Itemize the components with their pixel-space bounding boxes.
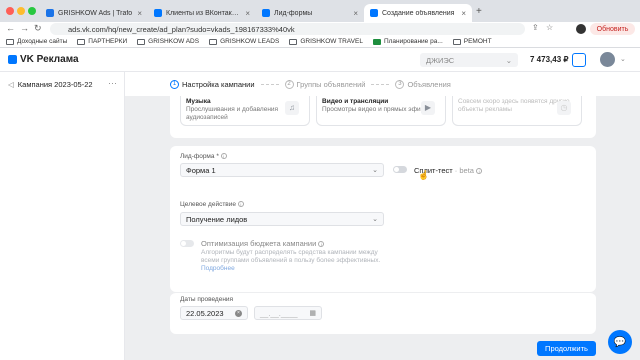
info-icon[interactable]: i — [237, 201, 244, 207]
folder-icon — [137, 38, 146, 45]
chevron-down-icon: ⌄ — [372, 167, 378, 174]
minimize-window-icon[interactable] — [17, 7, 25, 15]
more-options-icon[interactable]: ··· — [108, 78, 117, 88]
favicon-icon — [46, 9, 54, 17]
sidebar-item-campaign[interactable]: ◁ Кампания 2023-05-22 — [8, 80, 93, 89]
bookmark-item[interactable]: GRISHKOW LEADS — [209, 38, 279, 45]
url-text: ads.vk.com/hq/new_create/ad_plan?sudo=vk… — [68, 24, 295, 34]
back-icon[interactable]: ← — [6, 23, 15, 33]
reload-icon[interactable]: ↻ — [34, 23, 42, 34]
info-icon[interactable]: i — [318, 241, 325, 247]
sheet-icon — [372, 38, 381, 45]
maximize-window-icon[interactable] — [28, 7, 36, 15]
step-campaign-settings[interactable]: 1 Настройка кампании — [170, 79, 255, 89]
budget-optimization-description: Алгоритмы будут распределять средства ка… — [201, 249, 381, 272]
browser-tab-2[interactable]: Лид-формы × — [256, 4, 364, 22]
megaphone-icon: ◁ — [8, 80, 14, 89]
steps-bar: 1 Настройка кампании 2 Группы объявлений 3… — [125, 72, 640, 96]
browser-tab-1[interactable]: Клиенты из ВКонтакте | Иво... × — [148, 4, 256, 22]
start-date-input[interactable]: 22.05.2023 × — [180, 306, 248, 320]
vk-favicon-icon — [370, 9, 378, 17]
chevron-down-icon: ⌄ — [505, 55, 512, 65]
continue-button[interactable]: Продолжить — [537, 341, 596, 356]
address-bar[interactable]: ads.vk.com/hq/new_create/ad_plan?sudo=vk… — [50, 23, 525, 35]
step-divider — [371, 83, 390, 85]
info-icon[interactable]: i — [476, 168, 483, 174]
bookmark-item[interactable]: ПАРТНЕРКИ — [77, 38, 127, 45]
folder-icon — [209, 38, 218, 45]
budget-optimization-label: Оптимизация бюджета кампании i — [201, 239, 325, 248]
bookmark-item[interactable]: Доходные сайты — [6, 38, 67, 45]
folder-icon — [452, 38, 461, 45]
bookmark-item[interactable]: GRISHKOW TRAVEL — [289, 38, 363, 45]
info-icon[interactable]: i — [220, 153, 227, 159]
step-divider — [260, 83, 279, 85]
vk-logo-icon — [8, 55, 17, 64]
folder-icon — [77, 38, 86, 45]
budget-optimization-toggle[interactable] — [180, 240, 194, 247]
avatar[interactable] — [600, 52, 615, 67]
new-tab-icon[interactable]: + — [476, 6, 482, 17]
format-card-music[interactable]: Музыка Прослушивания и добавления аудиоз… — [180, 96, 310, 126]
close-tab-icon[interactable]: × — [461, 9, 466, 18]
calendar-icon[interactable]: ▦ — [309, 309, 316, 317]
bookmark-star-icon[interactable]: ☆ — [546, 23, 553, 32]
update-browser-button[interactable]: Обновить — [590, 23, 635, 35]
close-tab-icon[interactable]: × — [245, 9, 250, 18]
bookmark-item[interactable]: Планирование ра... — [372, 38, 443, 45]
folder-icon — [6, 38, 14, 45]
leadform-label: Лид-форма * i — [180, 153, 227, 160]
cursor-pointer-icon: ☝ — [418, 170, 430, 180]
bookmark-item[interactable]: РЕМОНТ — [452, 38, 492, 45]
close-tab-icon[interactable]: × — [353, 9, 358, 18]
chevron-down-icon: ⌄ — [372, 216, 378, 223]
format-card-video[interactable]: Видео и трансляции Просмотры видео и пря… — [316, 96, 446, 126]
browser-tab-3[interactable]: Создание объявления × — [364, 4, 472, 22]
account-select[interactable]: ДЖИЭС ⌄ — [420, 53, 518, 67]
profile-icon[interactable] — [576, 24, 586, 34]
chat-support-icon[interactable]: 💬 — [608, 330, 632, 354]
vk-ads-logo[interactable]: VK Реклама — [8, 54, 79, 65]
step-ad-groups[interactable]: 2 Группы объявлений — [284, 79, 365, 89]
more-link[interactable]: Подробнее — [201, 265, 235, 272]
close-window-icon[interactable] — [6, 7, 14, 15]
leadform-select[interactable]: Форма 1 ⌄ — [180, 163, 384, 177]
clock-icon: ◷ — [557, 101, 571, 115]
folder-icon — [289, 38, 298, 45]
format-card-coming-soon: Совсем скоро здесь появятся другие объек… — [452, 96, 582, 126]
clear-icon[interactable]: × — [235, 309, 242, 317]
forward-icon[interactable]: → — [20, 23, 29, 33]
end-date-input[interactable]: __.__.____ ▦ — [254, 306, 322, 320]
close-tab-icon[interactable]: × — [137, 9, 142, 18]
vk-favicon-icon — [262, 9, 270, 17]
share-icon[interactable]: ⇪ — [532, 23, 539, 32]
music-icon: ♫ — [285, 101, 299, 115]
step-ads[interactable]: 3 Объявления — [395, 79, 451, 89]
dates-label: Даты проведения — [180, 296, 234, 303]
play-icon: ▶ — [421, 101, 435, 115]
split-test-toggle[interactable] — [393, 166, 407, 173]
wallet-icon[interactable] — [572, 53, 586, 67]
bookmark-item[interactable]: GRISHKOW ADS — [137, 38, 199, 45]
target-action-select[interactable]: Получение лидов ⌄ — [180, 212, 384, 226]
vk-favicon-icon — [154, 9, 162, 17]
browser-tab-0[interactable]: GRISHKOW Ads | Trafo × — [40, 4, 148, 22]
target-action-label: Целевое действие i — [180, 201, 244, 208]
sidebar — [0, 72, 125, 360]
chevron-down-icon[interactable]: ⌄ — [620, 55, 626, 63]
balance-amount: 7 473,43 ₽ — [530, 55, 569, 64]
bookmarks-bar: Доходные сайты ПАРТНЕРКИ GRISHKOW ADS GR… — [0, 36, 640, 48]
